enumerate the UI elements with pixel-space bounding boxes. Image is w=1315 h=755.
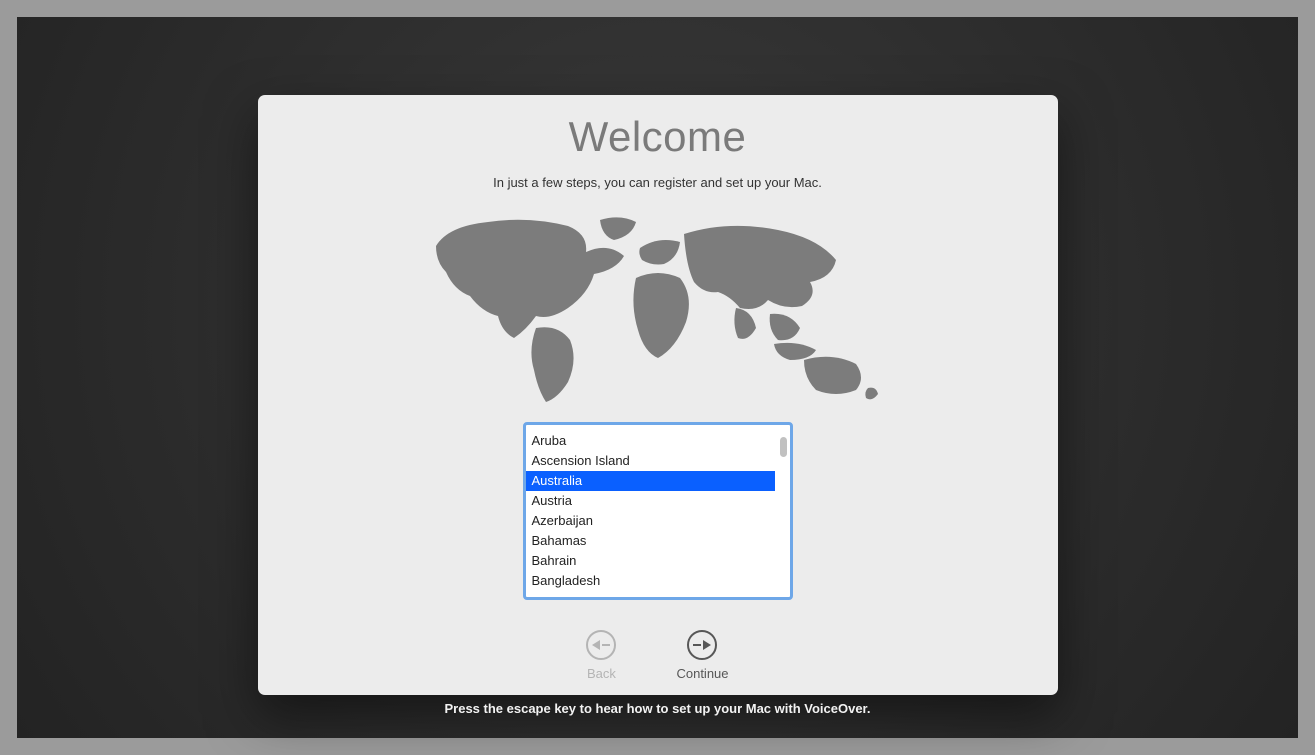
country-option[interactable]: Bahamas <box>526 531 775 551</box>
continue-button[interactable]: Continue <box>676 630 728 681</box>
back-arrow-icon <box>586 630 616 660</box>
country-option[interactable]: Bangladesh <box>526 571 775 591</box>
world-map-icon <box>418 212 898 408</box>
page-subtitle: In just a few steps, you can register an… <box>493 175 822 190</box>
back-button: Back <box>586 630 616 681</box>
scrollbar-thumb[interactable] <box>780 437 787 457</box>
country-option[interactable]: Aruba <box>526 431 775 451</box>
continue-arrow-icon <box>687 630 717 660</box>
continue-button-label: Continue <box>676 666 728 681</box>
nav-row: Back Continue <box>586 630 728 681</box>
page-title: Welcome <box>569 113 747 161</box>
back-button-label: Back <box>587 666 616 681</box>
country-option[interactable]: Bahrain <box>526 551 775 571</box>
desktop-background: Welcome In just a few steps, you can reg… <box>17 17 1298 738</box>
scrollbar[interactable] <box>775 425 790 597</box>
country-option[interactable]: Australia <box>526 471 775 491</box>
country-option[interactable]: Azerbaijan <box>526 511 775 531</box>
country-listbox[interactable]: ArmeniaArubaAscension IslandAustraliaAus… <box>523 422 793 600</box>
voiceover-hint: Press the escape key to hear how to set … <box>17 701 1298 716</box>
country-option[interactable]: Austria <box>526 491 775 511</box>
welcome-panel: Welcome In just a few steps, you can reg… <box>258 95 1058 695</box>
country-option[interactable]: Ascension Island <box>526 451 775 471</box>
